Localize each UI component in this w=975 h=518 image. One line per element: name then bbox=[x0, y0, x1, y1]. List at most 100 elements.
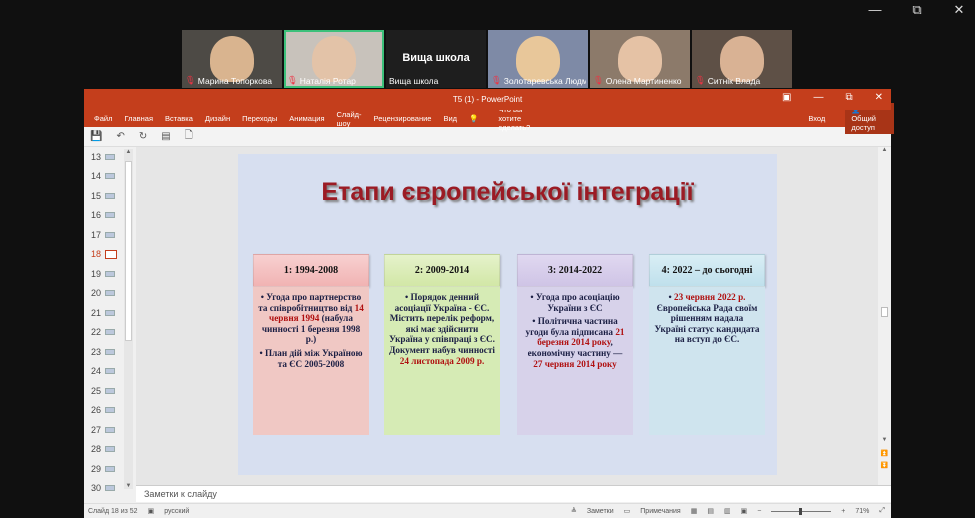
slide-number: 26 bbox=[90, 405, 101, 416]
ribbon-tab[interactable]: Главная bbox=[124, 114, 153, 123]
minimize-icon[interactable]: — bbox=[813, 92, 823, 103]
participant-tile[interactable]: 🎙 Олена Мартиненко bbox=[590, 30, 690, 88]
notes-icon: ≜ bbox=[570, 508, 577, 515]
slide-preview bbox=[105, 329, 115, 336]
ribbon-tab[interactable]: Анимация bbox=[289, 114, 324, 123]
stage-header: 2: 2009-2014 bbox=[384, 254, 500, 287]
notes-toggle[interactable]: Заметки bbox=[587, 508, 614, 515]
notes-pane[interactable]: Заметки к слайду bbox=[136, 485, 891, 502]
ribbon-tab[interactable]: Вставка bbox=[165, 114, 193, 123]
mic-muted-icon: 🎙 bbox=[695, 75, 706, 85]
close-icon[interactable]: ✕ bbox=[951, 2, 967, 18]
participant-tile[interactable]: Вища школа Вища школа bbox=[386, 30, 486, 88]
scrollbar-thumb[interactable] bbox=[881, 307, 888, 317]
zoom-level[interactable]: 71% bbox=[855, 508, 869, 515]
slide-number: 25 bbox=[90, 385, 101, 396]
zoom-in-icon[interactable]: + bbox=[841, 508, 845, 515]
ppt-title: T5 (1) - PowerPoint bbox=[452, 95, 523, 104]
close-icon[interactable]: ✕ bbox=[875, 92, 883, 103]
save-icon[interactable]: 💾 bbox=[90, 131, 102, 142]
minimize-icon[interactable]: — bbox=[867, 2, 883, 18]
mic-muted-icon: 🎙 bbox=[287, 75, 298, 85]
slide-scrollbar[interactable]: ▲ ▼ ⏫ ⏬ bbox=[880, 147, 889, 487]
slide-number: 27 bbox=[90, 424, 101, 435]
ribbon-tab[interactable]: Переходы bbox=[242, 114, 277, 123]
slide-preview bbox=[105, 368, 115, 375]
restore-icon[interactable]: ⧉ bbox=[845, 92, 852, 103]
ribbon-tab[interactable]: Слайд-шоу bbox=[337, 110, 362, 128]
slide-preview bbox=[105, 465, 115, 472]
stage-body: • Угода про партнерство та співробітницт… bbox=[253, 287, 369, 435]
comments-toggle[interactable]: Примечания bbox=[640, 508, 680, 515]
ribbon-tab[interactable]: Вид bbox=[443, 114, 457, 123]
scroll-down-icon[interactable]: ▼ bbox=[124, 483, 133, 489]
slide-number: 14 bbox=[90, 171, 101, 182]
participant-tile[interactable]: 🎙 Ситнік Влада bbox=[692, 30, 792, 88]
participant-name-tag: 🎙 Олена Мартиненко bbox=[593, 75, 688, 86]
participant-tile[interactable]: 🎙 Марина Топоркова bbox=[182, 30, 282, 88]
slide-preview bbox=[105, 407, 115, 414]
present-icon[interactable]: ▤ bbox=[161, 131, 170, 142]
reading-view-icon[interactable]: ▥ bbox=[724, 507, 731, 515]
sign-in-link[interactable]: Вход bbox=[808, 114, 825, 123]
slide-number: 13 bbox=[90, 151, 101, 162]
redo-icon[interactable]: ↻ bbox=[139, 131, 147, 142]
slide[interactable]: Етапи європейської інтеграції 1: 1994-20… bbox=[238, 154, 777, 475]
participant-name-tag: 🎙 Золотаревська Людм... bbox=[491, 75, 586, 86]
normal-view-icon[interactable]: ▦ bbox=[691, 507, 698, 515]
participant-tile[interactable]: 🎙 Золотаревська Людм... bbox=[488, 30, 588, 88]
ppt-titlebar: T5 (1) - PowerPoint ▣ — ⧉ ✕ bbox=[84, 89, 891, 110]
ribbon-tab[interactable]: Дизайн bbox=[205, 114, 230, 123]
stage-card-3: 3: 2014-2022 • Угода про асоціацію Украї… bbox=[517, 254, 633, 435]
slide-preview bbox=[105, 173, 115, 180]
powerpoint-window: T5 (1) - PowerPoint ▣ — ⧉ ✕ Файл Главная В… bbox=[84, 89, 894, 518]
slide-counter: Слайд 18 из 52 bbox=[88, 507, 138, 515]
slide-preview bbox=[105, 387, 115, 394]
scrollbar-thumb[interactable] bbox=[125, 161, 132, 341]
scroll-up-icon[interactable]: ▲ bbox=[880, 147, 889, 153]
stage-body: • Порядок денний асоціації Україна - ЄС.… bbox=[384, 287, 500, 435]
mic-muted-icon: 🎙 bbox=[593, 75, 604, 85]
stage-card-2: 2: 2009-2014 • Порядок денний асоціації … bbox=[384, 254, 500, 435]
slide-number: 20 bbox=[90, 288, 101, 299]
mic-muted-icon: 🎙 bbox=[185, 75, 196, 85]
slide-preview bbox=[105, 192, 115, 199]
zoom-out-icon[interactable]: − bbox=[757, 508, 761, 515]
window-controls: — ⧉ ✕ bbox=[867, 2, 967, 18]
slide-number: 17 bbox=[90, 229, 101, 240]
zoom-slider[interactable] bbox=[771, 507, 832, 515]
slideshow-icon[interactable]: ▣ bbox=[741, 507, 748, 515]
ribbon-tab[interactable]: Рецензирование bbox=[374, 114, 432, 123]
slide-number: 29 bbox=[90, 463, 101, 474]
thumbnail-scrollbar[interactable]: ▲ ▼ bbox=[124, 149, 133, 489]
language-indicator[interactable]: русский bbox=[164, 508, 189, 515]
ribbon-display-icon[interactable]: ▣ bbox=[782, 92, 791, 103]
stage-body: • Угода про асоціацію України з ЄС • Пол… bbox=[517, 287, 633, 435]
participant-tile[interactable]: 🎙 Наталія Ротар bbox=[284, 30, 384, 88]
slide-preview bbox=[105, 153, 115, 160]
sorter-view-icon[interactable]: ▤ bbox=[707, 507, 714, 515]
undo-icon[interactable]: ↶ bbox=[116, 131, 124, 142]
stage-card-4: 4: 2022 – до сьогодні • 23 червня 2022 р… bbox=[649, 254, 765, 435]
slide-number: 28 bbox=[90, 444, 101, 455]
slide-preview bbox=[105, 348, 115, 355]
scroll-down-icon[interactable]: ▼ bbox=[880, 437, 889, 443]
participant-name: Вища школа bbox=[389, 76, 439, 86]
participant-name-tag: 🎙 Марина Топоркова bbox=[185, 75, 280, 86]
slide-number: 24 bbox=[90, 366, 101, 377]
restore-icon[interactable]: ⧉ bbox=[909, 2, 925, 18]
slide-number: 30 bbox=[90, 483, 101, 494]
slide-number: 22 bbox=[90, 327, 101, 338]
next-slide-icon[interactable]: ⏬ bbox=[880, 462, 889, 469]
participant-name: Марина Топоркова bbox=[197, 75, 272, 86]
comments-icon: ▭ bbox=[623, 508, 631, 515]
slide-title: Етапи європейської інтеграції bbox=[321, 178, 694, 206]
scroll-up-icon[interactable]: ▲ bbox=[124, 149, 133, 155]
prev-slide-icon[interactable]: ⏫ bbox=[880, 450, 889, 457]
participant-gallery: 🎙 Марина Топоркова 🎙 Наталія Ротар Вища школ… bbox=[182, 30, 792, 88]
new-file-icon[interactable]: 🗋 bbox=[185, 128, 193, 145]
ribbon-tab[interactable]: Файл bbox=[94, 114, 112, 123]
fit-to-window-icon[interactable]: ⤢ bbox=[879, 507, 885, 515]
spellcheck-icon[interactable]: ▣ bbox=[148, 507, 155, 515]
stage-card-1: 1: 1994-2008 • Угода про партнерство та … bbox=[253, 254, 369, 435]
